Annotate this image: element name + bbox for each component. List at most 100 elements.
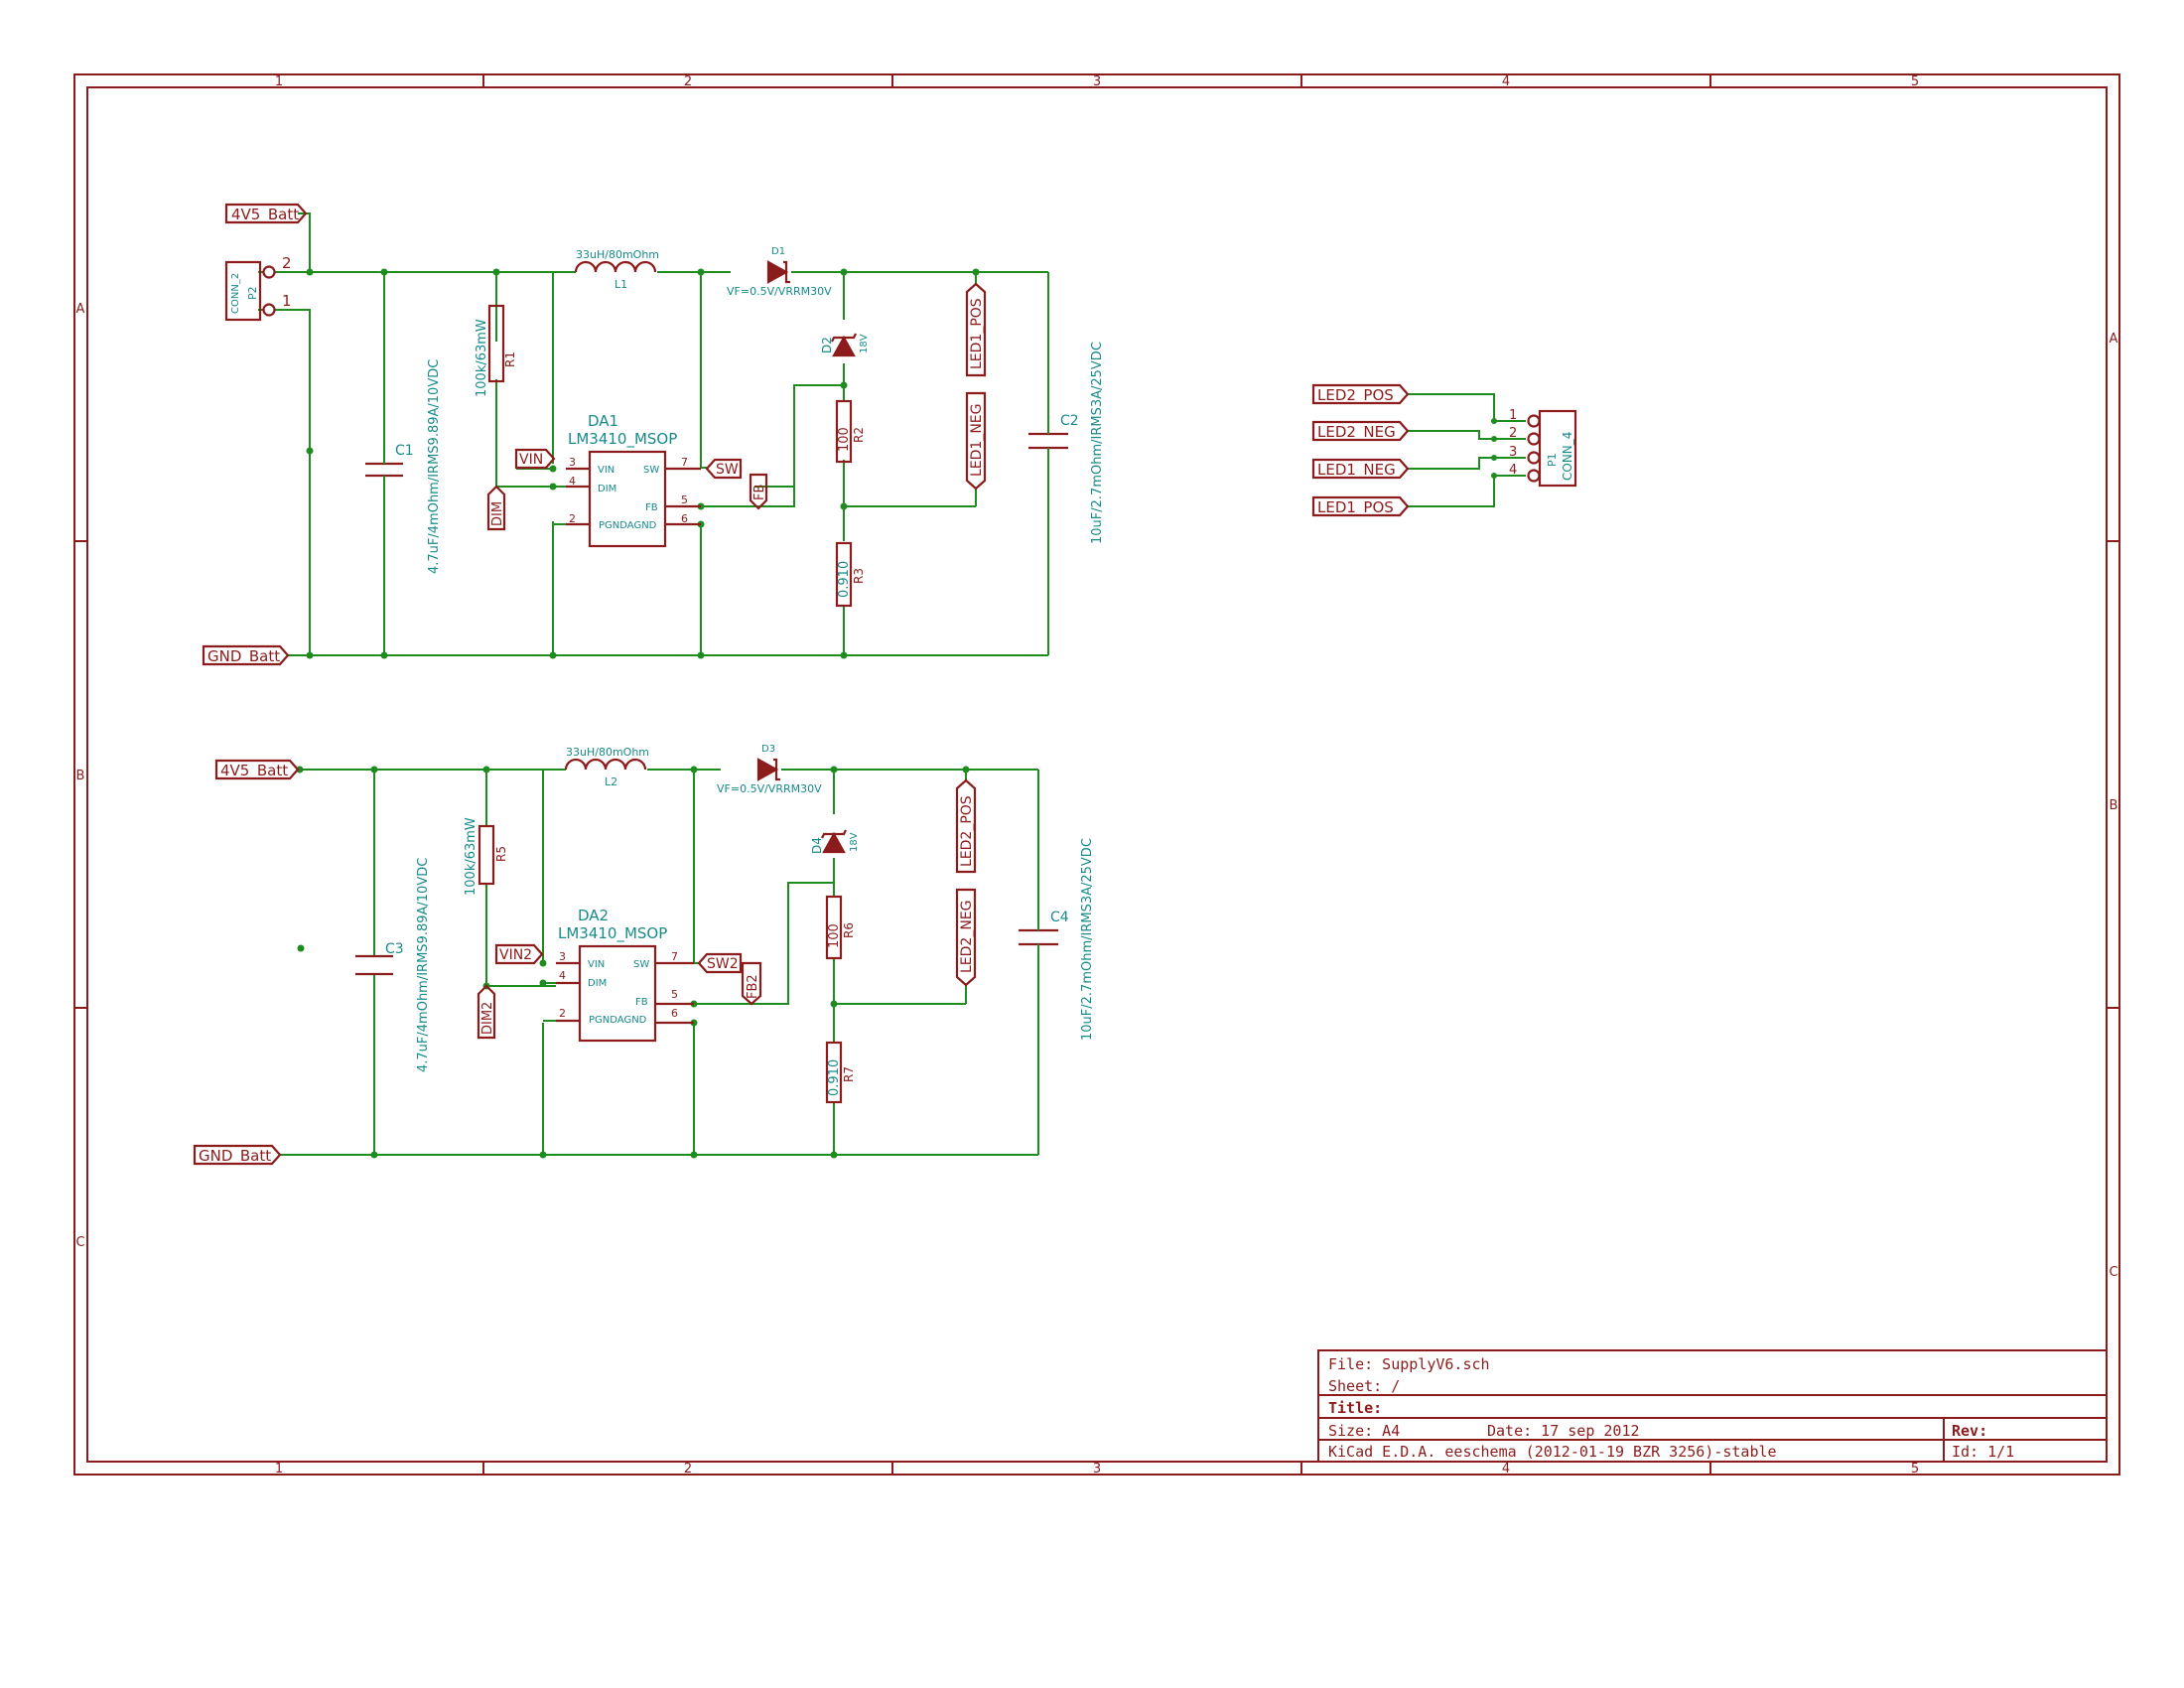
svg-text:4V5_Batt: 4V5_Batt (220, 762, 288, 780)
svg-text:D3: D3 (761, 744, 775, 755)
row-label-right-c: C (2109, 1265, 2117, 1280)
label-4v5-batt-1: 4V5_Batt (224, 203, 308, 224)
svg-text:GND_Batt: GND_Batt (207, 647, 280, 666)
row-label-left-c: C (75, 1235, 84, 1250)
svg-text:3: 3 (569, 456, 576, 469)
col-label-top-4: 4 (1502, 74, 1510, 89)
svg-text:C3: C3 (385, 941, 404, 957)
svg-text:7: 7 (671, 950, 678, 963)
svg-text:R5: R5 (494, 846, 508, 862)
circuit-1: 4V5_Batt GND_Batt 2 1 CONN_2 P2 C1 4.7uF… (202, 203, 1105, 666)
svg-text:DIM2: DIM2 (480, 1002, 495, 1035)
p1-pin-2: 2 (1509, 426, 1517, 441)
svg-text:PGNDAGND: PGNDAGND (589, 1015, 647, 1026)
schematic-sheet: 1 2 3 4 5 1 2 3 4 5 A B C A B C File: Su… (73, 73, 2120, 1477)
p1-pin-3: 3 (1509, 445, 1517, 460)
svg-text:LED1_NEG: LED1_NEG (1317, 461, 1396, 480)
row-label-right-b: B (2110, 798, 2118, 813)
col-label-bottom-4: 4 (1502, 1462, 1510, 1477)
p2-pin-2: 2 (282, 254, 292, 272)
svg-text:LED2_POS: LED2_POS (1317, 386, 1394, 405)
svg-text:LED2_POS: LED2_POS (959, 795, 975, 867)
p2-value: CONN_2 (230, 273, 241, 314)
title-block-rev: Rev: (1952, 1422, 1987, 1440)
svg-text:D2: D2 (820, 337, 834, 353)
label-gnd-batt-1: GND_Batt (202, 644, 290, 666)
svg-text:SW2: SW2 (707, 956, 739, 972)
svg-text:LED1_NEG: LED1_NEG (969, 404, 985, 478)
p1-value: CONN_4 (1561, 432, 1574, 481)
label-vin: VIN (514, 448, 556, 470)
inductor-l1: 33uH/80mOhm L1 (574, 248, 659, 291)
svg-text:5: 5 (681, 493, 688, 506)
col-label-bottom-5: 5 (1911, 1462, 1919, 1477)
svg-text:33uH/80mOhm: 33uH/80mOhm (576, 248, 659, 261)
label-led1-pos: LED1_POS (965, 282, 987, 377)
p1-pin-4: 4 (1509, 463, 1517, 478)
capacitor-c3: C3 4.7uF/4mOhm/IRMS9.89A/10VDC (355, 858, 431, 1072)
p1-pin-1: 1 (1509, 408, 1517, 423)
svg-text:C4: C4 (1050, 910, 1069, 925)
row-label-left-a: A (76, 302, 85, 317)
svg-text:DIM: DIM (598, 484, 616, 494)
p2-pin-1: 1 (282, 292, 292, 310)
label-dim2: DIM2 (477, 984, 496, 1040)
svg-text:C2: C2 (1060, 413, 1079, 429)
resistor-r7: 0.910 R7 (825, 1041, 856, 1104)
title-block-sheet: Sheet: / (1328, 1377, 1400, 1395)
svg-text:100: 100 (837, 427, 852, 452)
label-fb: FB (749, 473, 768, 510)
svg-text:2: 2 (559, 1007, 566, 1020)
row-label-right-a: A (2110, 332, 2118, 347)
inductor-l2: 33uH/80mOhm L2 (564, 746, 649, 788)
svg-text:4.7uF/4mOhm/IRMS9.89A/10VDC: 4.7uF/4mOhm/IRMS9.89A/10VDC (416, 858, 431, 1072)
svg-text:SW: SW (643, 465, 659, 476)
svg-text:4: 4 (559, 969, 566, 982)
title-block-size: Size: A4 (1328, 1422, 1400, 1440)
svg-text:FB: FB (635, 997, 648, 1008)
svg-text:18V: 18V (859, 334, 870, 353)
title-block: File: SupplyV6.sch Sheet: / Title: Size:… (1317, 1349, 2108, 1463)
svg-text:LM3410_MSOP: LM3410_MSOP (568, 430, 677, 449)
svg-text:VF=0.5V/VRRM30V: VF=0.5V/VRRM30V (717, 782, 822, 795)
svg-text:4V5_Batt: 4V5_Batt (231, 206, 299, 224)
border-labels: 1 2 3 4 5 1 2 3 4 5 A B C A B C (75, 74, 2117, 1477)
svg-text:7: 7 (681, 456, 688, 469)
svg-text:6: 6 (671, 1007, 678, 1020)
svg-text:DA1: DA1 (588, 412, 618, 430)
svg-text:R6: R6 (842, 922, 856, 938)
label-gnd-batt-2: GND_Batt (193, 1144, 282, 1166)
col-label-top-5: 5 (1911, 74, 1919, 89)
svg-text:LED2_NEG: LED2_NEG (959, 901, 975, 974)
col-label-top-3: 3 (1093, 74, 1101, 89)
label-p1-led2-neg: LED2_NEG (1311, 420, 1410, 442)
svg-text:4.7uF/4mOhm/IRMS9.89A/10VDC: 4.7uF/4mOhm/IRMS9.89A/10VDC (427, 359, 442, 574)
svg-text:10uF/2.7mOhm/IRMS3A/25VDC: 10uF/2.7mOhm/IRMS3A/25VDC (1080, 838, 1095, 1041)
capacitor-c2: C2 10uF/2.7mOhm/IRMS3A/25VDC (1028, 342, 1105, 544)
title-block-id: Id: 1/1 (1952, 1443, 2014, 1461)
svg-text:SW: SW (716, 462, 739, 478)
svg-text:LM3410_MSOP: LM3410_MSOP (558, 924, 667, 943)
title-block-title: Title: (1328, 1399, 1382, 1417)
zener-d4: D4 18V (810, 829, 860, 854)
row-label-left-b: B (76, 769, 85, 783)
label-4v5-batt-2: 4V5_Batt (214, 759, 300, 780)
svg-text:FB: FB (645, 502, 658, 513)
label-led2-neg: LED2_NEG (955, 888, 977, 987)
svg-text:C1: C1 (395, 443, 414, 459)
svg-text:18V: 18V (849, 832, 860, 852)
p2-ref: P2 (246, 286, 259, 300)
svg-text:LED1_POS: LED1_POS (1317, 498, 1394, 517)
ic-da2: DA2 LM3410_MSOP VIN DIM SW FB PGNDAGND 3… (543, 907, 694, 1043)
col-label-top-2: 2 (684, 74, 692, 89)
title-block-file: File: SupplyV6.sch (1328, 1355, 1490, 1373)
svg-text:R7: R7 (842, 1066, 856, 1082)
svg-text:VIN: VIN (588, 959, 605, 970)
connector-p1: 1 2 3 4 P1 CONN_4 (1509, 408, 1577, 488)
label-dim: DIM (486, 485, 506, 531)
svg-text:L2: L2 (605, 775, 617, 788)
connector-p1-group: 1 2 3 4 P1 CONN_4 LED2_POS LED2_NEG LED1… (1311, 383, 1577, 517)
svg-text:R3: R3 (852, 568, 866, 584)
svg-text:0.910: 0.910 (827, 1059, 842, 1096)
svg-text:LED1_POS: LED1_POS (969, 298, 985, 369)
